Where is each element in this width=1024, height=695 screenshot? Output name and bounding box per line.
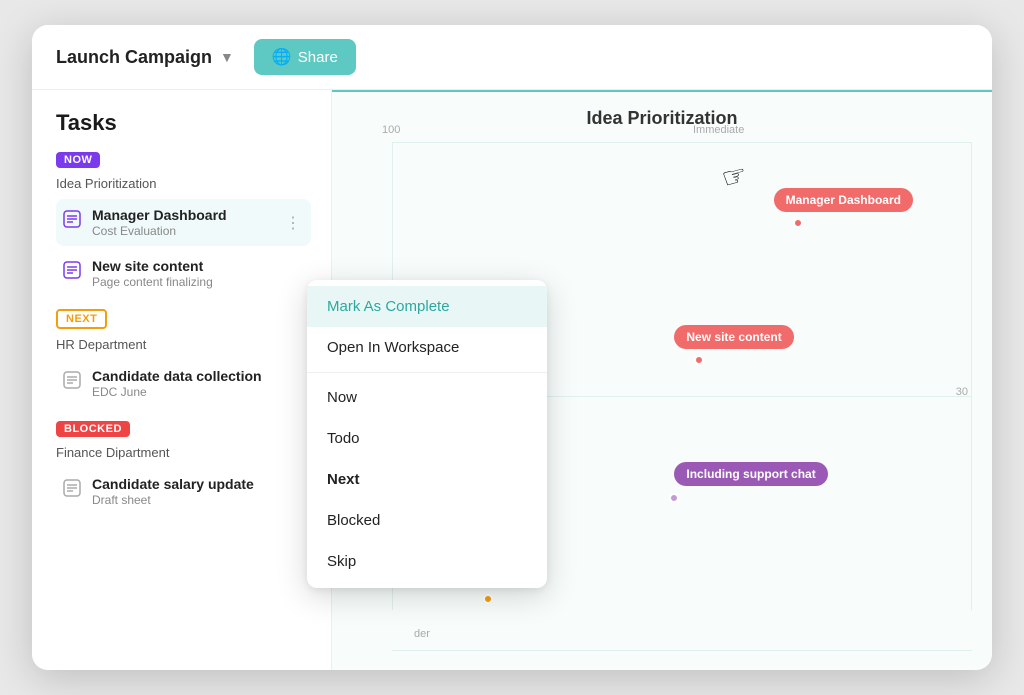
task-icon-candidate-data	[62, 370, 82, 390]
task-icon-new-site-content	[62, 260, 82, 280]
dot-new-site-content	[694, 355, 704, 365]
badge-now: NOW	[56, 152, 100, 168]
menu-item-open-workspace[interactable]: Open In Workspace	[307, 327, 547, 368]
globe-icon: 🌐	[272, 47, 292, 67]
task-icon-salary	[62, 478, 82, 498]
task-item-candidate-data[interactable]: Candidate data collection EDC June	[56, 360, 311, 407]
axis-label-immediate: Immediate	[693, 124, 744, 136]
chevron-down-icon: ▼	[220, 49, 234, 65]
tasks-panel: Tasks NOW Idea Prioritization	[32, 90, 332, 670]
menu-item-next[interactable]: Next	[307, 459, 547, 500]
section-blocked: BLOCKED Finance Dipartment Candidate sal…	[56, 419, 311, 515]
section-label-now: Idea Prioritization	[56, 176, 311, 191]
task-dots-manager-dashboard[interactable]: ⋮	[281, 213, 305, 233]
task-info-manager-dashboard: Manager Dashboard Cost Evaluation	[92, 207, 271, 238]
task-item-manager-dashboard[interactable]: Manager Dashboard Cost Evaluation ⋮	[56, 199, 311, 246]
section-label-blocked: Finance Dipartment	[56, 445, 311, 460]
task-info-new-site-content: New site content Page content finalizing	[92, 258, 305, 289]
project-selector[interactable]: Launch Campaign ▼	[56, 47, 234, 68]
axis-label-100: 100	[382, 124, 400, 136]
dot-support-chat	[669, 493, 679, 503]
task-item-new-site-content[interactable]: New site content Page content finalizing	[56, 250, 311, 297]
header: Launch Campaign ▼ 🌐 Share	[32, 25, 992, 90]
menu-divider	[307, 372, 547, 373]
task-name-salary: Candidate salary update	[92, 476, 305, 492]
project-name: Launch Campaign	[56, 47, 212, 68]
context-menu: Mark As Complete Open In Workspace Now T…	[307, 280, 547, 588]
chart-title: Idea Prioritization	[332, 92, 992, 129]
grid-line-bottom	[392, 650, 972, 651]
task-sub-salary: Draft sheet	[92, 493, 305, 507]
menu-item-mark-complete[interactable]: Mark As Complete	[307, 286, 547, 327]
grid-line-right	[971, 142, 972, 610]
badge-next: NEXT	[56, 309, 107, 329]
badge-new-site-content[interactable]: New site content	[674, 325, 793, 349]
task-icon-manager-dashboard	[62, 209, 82, 229]
tasks-title: Tasks	[56, 110, 311, 136]
menu-item-todo[interactable]: Todo	[307, 418, 547, 459]
task-sub-manager-dashboard: Cost Evaluation	[92, 224, 271, 238]
axis-label-der: der	[414, 628, 430, 640]
task-item-salary[interactable]: Candidate salary update Draft sheet	[56, 468, 311, 515]
dot-webinar	[483, 594, 493, 604]
badge-manager-dashboard[interactable]: Manager Dashboard	[774, 188, 913, 212]
task-info-salary: Candidate salary update Draft sheet	[92, 476, 305, 507]
grid-line-top	[392, 142, 972, 143]
section-next: NEXT HR Department Candidate data collec…	[56, 309, 311, 407]
section-now: NOW Idea Prioritization Manager Dashboar…	[56, 150, 311, 297]
share-button[interactable]: 🌐 Share	[254, 39, 356, 75]
main-content: Tasks NOW Idea Prioritization	[32, 90, 992, 670]
badge-support-chat[interactable]: Including support chat	[674, 462, 827, 486]
app-window: Launch Campaign ▼ 🌐 Share Tasks NOW Idea…	[32, 25, 992, 670]
menu-item-skip[interactable]: Skip	[307, 541, 547, 582]
section-label-next: HR Department	[56, 337, 311, 352]
task-sub-new-site-content: Page content finalizing	[92, 275, 305, 289]
dot-manager-dashboard	[793, 218, 803, 228]
axis-label-30: 30	[956, 386, 968, 398]
menu-item-now[interactable]: Now	[307, 377, 547, 418]
task-name-manager-dashboard: Manager Dashboard	[92, 207, 271, 223]
task-name-candidate-data: Candidate data collection	[92, 368, 305, 384]
task-sub-candidate-data: EDC June	[92, 385, 305, 399]
menu-item-blocked[interactable]: Blocked	[307, 500, 547, 541]
task-name-new-site-content: New site content	[92, 258, 305, 274]
task-info-candidate-data: Candidate data collection EDC June	[92, 368, 305, 399]
badge-blocked: BLOCKED	[56, 421, 130, 437]
